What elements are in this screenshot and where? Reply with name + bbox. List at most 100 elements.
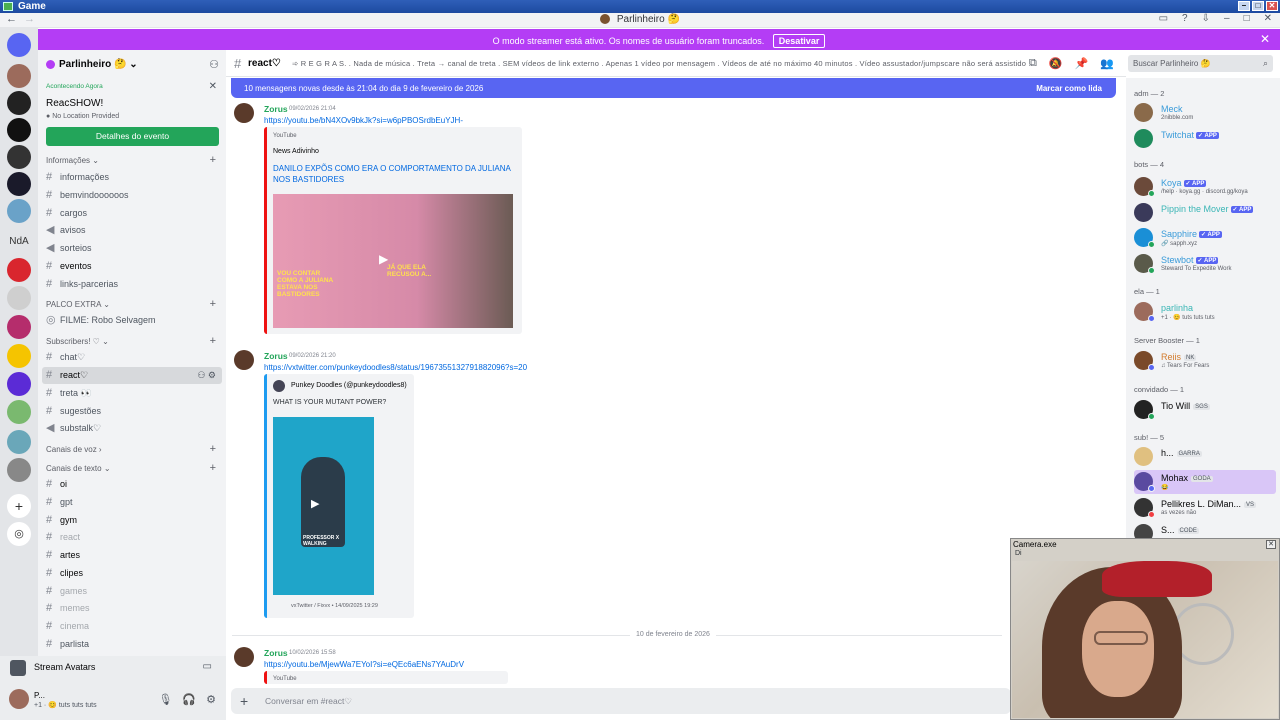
channel-item[interactable]: # artes bbox=[42, 547, 222, 564]
member-item[interactable]: Pippin the Mover ✓ APP bbox=[1134, 201, 1276, 225]
server-icon[interactable]: NdA bbox=[7, 230, 31, 254]
category-voz[interactable]: Canais de voz › bbox=[46, 445, 102, 454]
avatar[interactable] bbox=[234, 647, 254, 667]
app-maximize-button[interactable]: □ bbox=[1244, 13, 1250, 24]
download-icon[interactable]: ⇩ bbox=[1202, 13, 1210, 24]
close-icon[interactable]: ✕ bbox=[209, 81, 217, 92]
server-icon[interactable] bbox=[7, 172, 31, 196]
server-icon[interactable] bbox=[7, 118, 31, 142]
channel-item[interactable]: # react bbox=[42, 529, 222, 546]
disable-streamer-button[interactable]: Desativar bbox=[772, 34, 826, 48]
camera-menu[interactable]: Di bbox=[1015, 550, 1022, 557]
avatar[interactable] bbox=[9, 689, 29, 709]
message-author[interactable]: Zorus bbox=[264, 104, 288, 114]
add-attachment-icon[interactable]: + bbox=[240, 693, 248, 709]
play-icon[interactable]: ▶ bbox=[311, 497, 319, 510]
maximize-button[interactable]: □ bbox=[1252, 1, 1264, 11]
channel-item[interactable]: # treta 👀 bbox=[42, 385, 222, 402]
channel-item[interactable]: # clipes bbox=[42, 565, 222, 582]
member-item[interactable]: Stewbot ✓ APP Steward To Expedite Work bbox=[1134, 252, 1276, 276]
add-server-icon[interactable]: + bbox=[7, 494, 31, 518]
pin-icon[interactable]: 📌 bbox=[1075, 57, 1089, 70]
mark-read-button[interactable]: Marcar como lida bbox=[1036, 84, 1102, 93]
app-close-button[interactable]: ✕ bbox=[1264, 13, 1272, 24]
add-channel-icon[interactable]: + bbox=[210, 298, 216, 310]
channel-item[interactable]: ◀ avisos bbox=[42, 222, 222, 239]
close-icon[interactable]: ✕ bbox=[1266, 540, 1276, 549]
avatar[interactable] bbox=[234, 103, 254, 123]
help-icon[interactable]: ? bbox=[1182, 13, 1188, 24]
threads-icon[interactable]: ⧉ bbox=[1029, 57, 1037, 70]
server-icon[interactable] bbox=[7, 372, 31, 396]
headphones-icon[interactable]: 🎧 bbox=[182, 693, 196, 706]
message-composer[interactable]: + Conversar em #react♡ bbox=[231, 688, 1011, 714]
channel-item[interactable]: # memes bbox=[42, 600, 222, 617]
category-subscribers[interactable]: Subscribers! ♡ ⌄ bbox=[46, 337, 109, 346]
add-channel-icon[interactable]: + bbox=[210, 335, 216, 347]
gear-icon[interactable]: ⚙ bbox=[208, 370, 216, 380]
member-item[interactable]: Reiis NK ♫ Tears For Fears bbox=[1134, 349, 1276, 373]
member-item[interactable]: Pellikres L. DiMan... VS as vezes não bbox=[1134, 496, 1276, 520]
member-item[interactable]: Koya ✓ APP/help · koya.gg · discord.gg/ko… bbox=[1134, 175, 1276, 199]
screen-share-icon[interactable]: ▭ bbox=[203, 661, 212, 672]
category-texto[interactable]: Canais de texto ⌄ bbox=[46, 464, 111, 473]
channel-item[interactable]: ◀ sorteios bbox=[42, 240, 222, 257]
channel-item[interactable]: # chat♡ bbox=[42, 349, 222, 366]
server-icon[interactable] bbox=[7, 400, 31, 424]
search-input[interactable]: Buscar Parlinheiro 🤔 ⌕ bbox=[1128, 55, 1273, 72]
category-palco[interactable]: PALCO EXTRA ⌄ bbox=[46, 300, 110, 309]
server-icon[interactable] bbox=[7, 91, 31, 115]
message-author[interactable]: Zorus bbox=[264, 648, 288, 658]
channel-item[interactable]: # eventos bbox=[42, 258, 222, 275]
channel-item[interactable]: # parlista bbox=[42, 636, 222, 653]
event-details-button[interactable]: Detalhes do evento bbox=[46, 127, 219, 146]
server-icon[interactable] bbox=[7, 344, 31, 368]
embed-title[interactable]: DANILO EXPÕS COMO ERA O COMPORTAMENTO DA… bbox=[273, 163, 513, 185]
member-item[interactable]: Twitchat ✓ APP bbox=[1134, 127, 1276, 151]
add-channel-icon[interactable]: + bbox=[210, 462, 216, 474]
mute-icon[interactable]: 🔕 bbox=[1049, 57, 1063, 70]
channel-item[interactable]: # sugestões bbox=[42, 403, 222, 420]
channel-item[interactable]: ◀ substalk♡ bbox=[42, 420, 222, 437]
microphone-icon[interactable]: 🎙 bbox=[158, 693, 172, 706]
member-item[interactable]: parlinha +1 · 😊 tuts tuts tuts bbox=[1134, 300, 1276, 324]
stage-channel[interactable]: ◎ FILME: Robo Selvagem bbox=[42, 312, 222, 329]
member-item[interactable]: Tio Will SGS bbox=[1134, 398, 1276, 422]
channel-item[interactable]: # gpt bbox=[42, 494, 222, 511]
close-window-button[interactable]: ✕ bbox=[1266, 1, 1278, 11]
minimize-button[interactable]: – bbox=[1238, 1, 1250, 11]
app-minimize-button[interactable]: – bbox=[1224, 13, 1230, 24]
channel-item[interactable]: # cinema bbox=[42, 618, 222, 635]
close-icon[interactable]: ✕ bbox=[1260, 32, 1270, 46]
server-icon[interactable] bbox=[7, 315, 31, 339]
member-item[interactable]: h... GARRA bbox=[1134, 445, 1276, 469]
channel-item[interactable]: # informações bbox=[42, 169, 222, 186]
channel-item[interactable]: # games bbox=[42, 583, 222, 600]
invite-icon[interactable]: ⚇ bbox=[197, 370, 205, 380]
channel-item[interactable]: # oi bbox=[42, 476, 222, 493]
channel-item[interactable]: # cargos bbox=[42, 205, 222, 222]
stream-avatars-bar[interactable]: Stream Avatars ▭ bbox=[0, 656, 226, 680]
member-item[interactable]: S... CODE bbox=[1134, 522, 1276, 543]
video-thumbnail[interactable]: VOU CONTAR COMO A JULIANA ESTAVA NOS BAS… bbox=[273, 194, 513, 328]
server-icon[interactable] bbox=[7, 258, 31, 282]
camera-window[interactable]: Camera.exe ✕ Di bbox=[1010, 538, 1280, 720]
server-name[interactable]: Parlinheiro 🤔 ⌄ bbox=[46, 59, 138, 70]
avatar[interactable] bbox=[234, 350, 254, 370]
server-icon[interactable] bbox=[7, 458, 31, 482]
server-icon[interactable] bbox=[7, 430, 31, 454]
channel-item[interactable]: # bemvindoooooos bbox=[42, 187, 222, 204]
play-icon[interactable]: ▶ bbox=[379, 252, 388, 266]
channel-item[interactable]: # links-parcerias bbox=[42, 276, 222, 293]
channel-item-active[interactable]: # react♡ ⚇ ⚙ bbox=[42, 367, 222, 384]
server-icon[interactable] bbox=[7, 145, 31, 169]
message-link[interactable]: https://vxtwitter.com/punkeydoodles8/sta… bbox=[264, 363, 527, 372]
message-link[interactable]: https://youtu.be/bN4XOv9bkJk?si=w6pPBOSr… bbox=[264, 116, 463, 125]
category-informacoes[interactable]: Informações ⌄ bbox=[46, 156, 99, 165]
channel-item[interactable]: # gym bbox=[42, 512, 222, 529]
member-item[interactable]: Sapphire ✓ APP 🔗 sapph.xyz bbox=[1134, 226, 1276, 250]
tweet-image[interactable]: ▶ PROFESSOR X WALKING bbox=[273, 417, 374, 595]
add-channel-icon[interactable]: + bbox=[210, 443, 216, 455]
member-item[interactable]: Meck 2nibble.com bbox=[1134, 101, 1276, 125]
invite-icon[interactable]: ⚇ bbox=[209, 58, 219, 71]
